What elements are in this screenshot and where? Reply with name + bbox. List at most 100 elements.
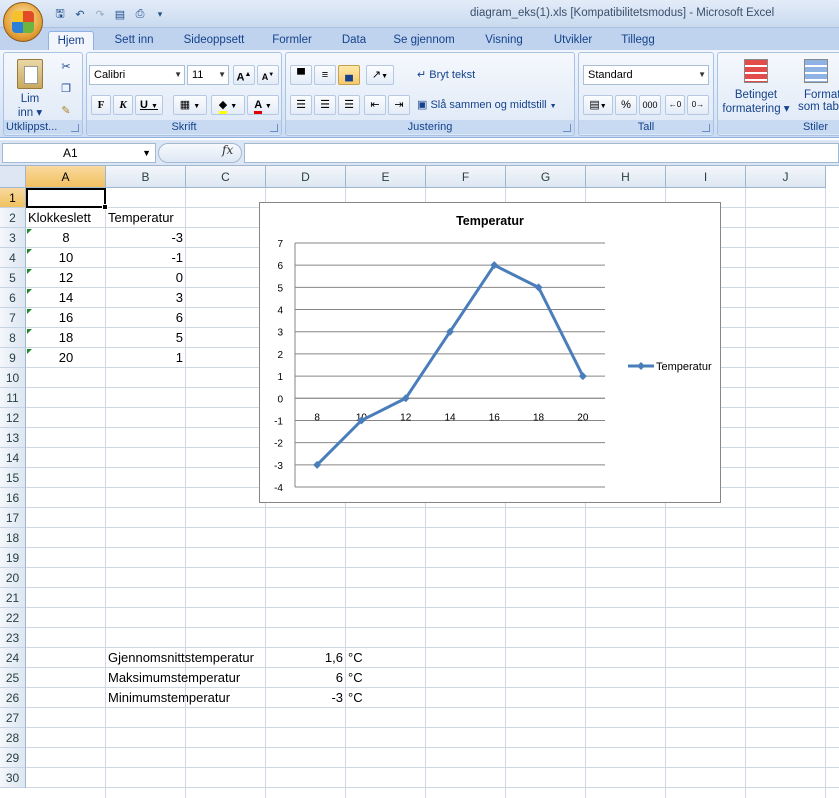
cell-b2[interactable]: Temperatur: [106, 208, 186, 228]
column-header-i[interactable]: I: [666, 166, 746, 188]
column-header-c[interactable]: C: [186, 166, 266, 188]
row-header-30[interactable]: 30: [0, 768, 26, 788]
customize-toolbar-icon[interactable]: ▾: [152, 6, 168, 22]
alignment-dialog-launcher[interactable]: [563, 124, 571, 132]
insert-function-icon[interactable]: fx: [222, 143, 233, 157]
temperature-cell[interactable]: 3: [106, 288, 186, 308]
row-header-9[interactable]: 9: [0, 348, 26, 368]
column-header-e[interactable]: E: [346, 166, 426, 188]
increase-indent-icon[interactable]: ⇥: [388, 95, 410, 115]
temperature-cell[interactable]: 5: [106, 328, 186, 348]
row-header-11[interactable]: 11: [0, 388, 26, 408]
row-header-5[interactable]: 5: [0, 268, 26, 288]
row-header-25[interactable]: 25: [0, 668, 26, 688]
time-cell[interactable]: 18: [26, 328, 106, 348]
grow-font-icon[interactable]: A▲: [233, 65, 255, 85]
number-dialog-launcher[interactable]: [702, 124, 710, 132]
save-icon[interactable]: 🖫: [52, 6, 68, 22]
conditional-formatting-button[interactable]: Betinget formatering ▾: [720, 57, 792, 119]
time-cell[interactable]: 16: [26, 308, 106, 328]
tab-sett-inn[interactable]: Sett inn: [104, 31, 164, 50]
temperature-cell[interactable]: 0: [106, 268, 186, 288]
font-name-combo[interactable]: Calibri ▼: [89, 65, 185, 85]
column-header-f[interactable]: F: [426, 166, 506, 188]
line-chart[interactable]: Temperatur 76543210-1-2-3-48101214161820…: [259, 202, 721, 503]
column-header-b[interactable]: B: [106, 166, 186, 188]
tab-hjem[interactable]: Hjem: [48, 31, 94, 50]
row-header-24[interactable]: 24: [0, 648, 26, 668]
borders-icon[interactable]: ▦ ▼: [173, 95, 207, 115]
tab-utvikler[interactable]: Utvikler: [544, 31, 602, 50]
row-header-19[interactable]: 19: [0, 548, 26, 568]
summary-value-max[interactable]: 6: [266, 668, 346, 688]
align-bottom-icon[interactable]: ▄: [338, 65, 360, 85]
percent-button[interactable]: %: [615, 95, 637, 115]
row-header-13[interactable]: 13: [0, 428, 26, 448]
worksheet-grid[interactable]: ABCDEFGHIJ 1 2 3 4 5 6 7 8 9 10 11 12 13 14 15 16 17 18 19…: [0, 166, 839, 798]
decrease-decimal-icon[interactable]: 0→: [687, 95, 709, 115]
time-cell[interactable]: 12: [26, 268, 106, 288]
column-header-h[interactable]: H: [586, 166, 666, 188]
paste-button[interactable]: Lim inn ▾: [10, 57, 50, 119]
wrap-text-button[interactable]: ↵ Bryt tekst: [416, 65, 496, 85]
row-header-4[interactable]: 4: [0, 248, 26, 268]
summary-label-min[interactable]: Minimumstemperatur: [106, 688, 266, 708]
clipboard-dialog-launcher[interactable]: [71, 124, 79, 132]
temperature-cell[interactable]: -1: [106, 248, 186, 268]
row-header-8[interactable]: 8: [0, 328, 26, 348]
print-icon[interactable]: ⎙: [132, 6, 148, 22]
summary-unit-min[interactable]: °C: [346, 688, 386, 708]
row-header-1[interactable]: 1: [0, 188, 26, 208]
active-cell-a1[interactable]: [26, 188, 108, 210]
row-header-3[interactable]: 3: [0, 228, 26, 248]
temperature-cell[interactable]: 6: [106, 308, 186, 328]
row-header-28[interactable]: 28: [0, 728, 26, 748]
summary-unit-avg[interactable]: °C: [346, 648, 386, 668]
undo-icon[interactable]: ↶: [72, 6, 88, 22]
format-as-table-button[interactable]: Format som tab: [796, 57, 839, 119]
tab-sideoppsett[interactable]: Sideoppsett: [176, 31, 252, 50]
summary-label-avg[interactable]: Gjennomsnittstemperatur: [106, 648, 266, 668]
align-middle-icon[interactable]: ≡: [314, 65, 336, 85]
row-header-15[interactable]: 15: [0, 468, 26, 488]
column-header-g[interactable]: G: [506, 166, 586, 188]
underline-button[interactable]: U ▼: [135, 95, 163, 115]
name-box[interactable]: A1 ▼: [2, 143, 156, 163]
summary-label-max[interactable]: Maksimumstemperatur: [106, 668, 266, 688]
font-size-combo[interactable]: 11 ▼: [187, 65, 229, 85]
currency-icon[interactable]: ▤▼: [583, 95, 613, 115]
row-header-27[interactable]: 27: [0, 708, 26, 728]
cell-a2[interactable]: Klokkeslett: [26, 208, 108, 228]
column-header-a[interactable]: A: [26, 166, 106, 188]
select-all-corner[interactable]: [0, 166, 26, 188]
summary-value-avg[interactable]: 1,6: [266, 648, 346, 668]
row-header-23[interactable]: 23: [0, 628, 26, 648]
redo-icon[interactable]: ↷: [92, 6, 108, 22]
row-header-26[interactable]: 26: [0, 688, 26, 708]
formula-input[interactable]: [244, 143, 839, 163]
increase-decimal-icon[interactable]: ←0: [665, 95, 685, 115]
merge-center-button[interactable]: ▣ Slå sammen og midtstill ▼: [416, 95, 572, 115]
row-header-22[interactable]: 22: [0, 608, 26, 628]
row-header-7[interactable]: 7: [0, 308, 26, 328]
align-center-icon[interactable]: ☰: [314, 95, 336, 115]
column-header-j[interactable]: J: [746, 166, 826, 188]
decrease-indent-icon[interactable]: ⇤: [364, 95, 386, 115]
copy-icon[interactable]: ❐: [56, 79, 76, 99]
tab-tillegg[interactable]: Tillegg: [612, 31, 664, 50]
row-header-10[interactable]: 10: [0, 368, 26, 388]
row-header-20[interactable]: 20: [0, 568, 26, 588]
tab-visning[interactable]: Visning: [474, 31, 534, 50]
row-header-18[interactable]: 18: [0, 528, 26, 548]
shrink-font-icon[interactable]: A▼: [257, 65, 279, 85]
row-header-29[interactable]: 29: [0, 748, 26, 768]
orientation-icon[interactable]: ↗▼: [366, 65, 394, 85]
row-header-6[interactable]: 6: [0, 288, 26, 308]
font-dialog-launcher[interactable]: [270, 124, 278, 132]
row-header-16[interactable]: 16: [0, 488, 26, 508]
temperature-cell[interactable]: 1: [106, 348, 186, 368]
cut-icon[interactable]: ✂: [56, 57, 76, 77]
align-right-icon[interactable]: ☰: [338, 95, 360, 115]
office-button[interactable]: [3, 2, 43, 42]
align-left-icon[interactable]: ☰: [290, 95, 312, 115]
